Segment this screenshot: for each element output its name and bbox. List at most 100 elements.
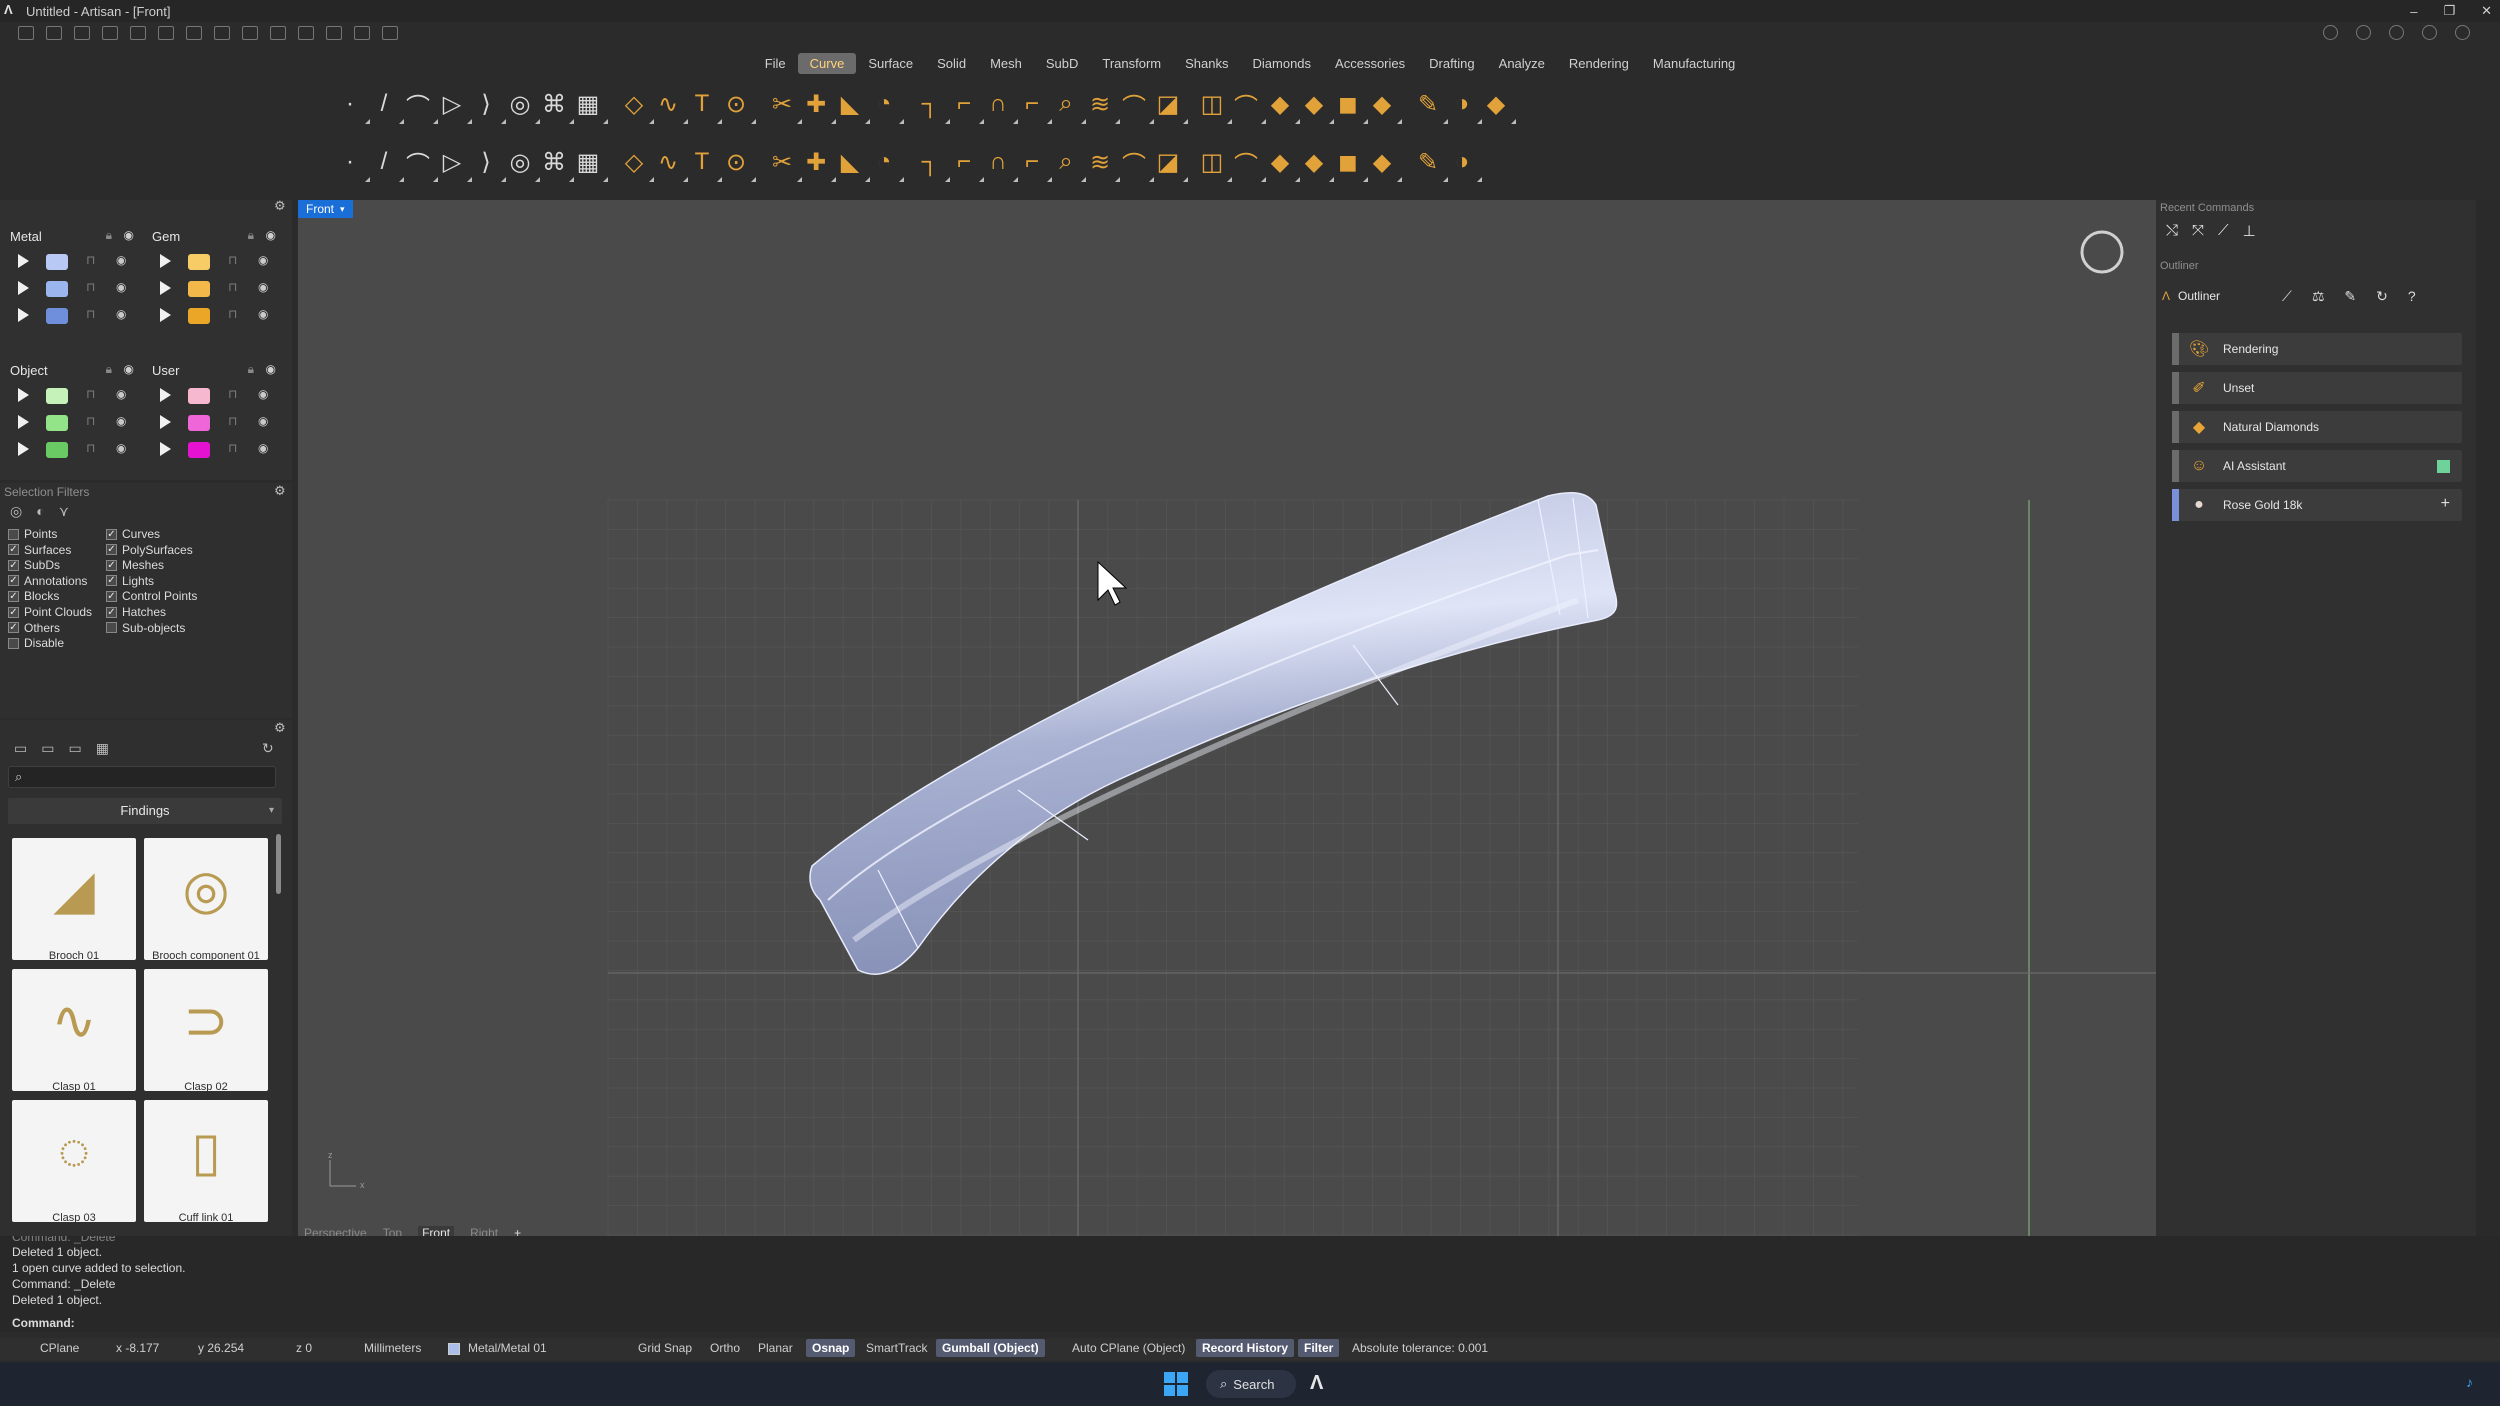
eye-icon[interactable]: ◉ [116,414,126,428]
add-material-button[interactable]: + [2441,495,2450,513]
checkbox[interactable]: ✓ [8,559,19,571]
library-scrollbar[interactable] [276,834,281,894]
toggle-planar[interactable]: Planar [752,1339,799,1357]
flag-tool-icon[interactable]: ◔ [862,140,906,184]
toggle-grid-snap[interactable]: Grid Snap [632,1339,698,1357]
toggle-smarttrack[interactable]: SmartTrack [860,1339,934,1357]
toggle-record-history[interactable]: Record History [1196,1339,1295,1357]
eye-icon[interactable]: ◉ [258,387,268,401]
checkbox[interactable]: ✓ [106,559,117,571]
library-folder-icon[interactable]: ▭ [14,740,27,757]
tab-diamonds[interactable]: Diamonds [1241,53,1324,74]
help-icon[interactable] [2455,25,2470,40]
library-settings-icon[interactable]: ⚙ [274,721,286,734]
layer-color-swatch[interactable] [46,415,68,431]
lock-icon[interactable]: ⊓ [86,441,95,455]
library-item[interactable]: ◎ Brooch component 01 [144,838,268,962]
eye-icon[interactable]: ◉ [124,362,134,376]
toggle-ortho[interactable]: Ortho [704,1339,746,1357]
shard-7-tool-icon[interactable]: ◑ [1440,140,1484,184]
eye-icon[interactable]: ◉ [116,441,126,455]
taskbar-search-button[interactable]: ⌕ Search [1206,1370,1296,1398]
layer-row[interactable]: ⊓ ◉ [4,409,142,436]
outliner-item-unset[interactable]: ✐ Unset [2172,372,2462,404]
tab-manufacturing[interactable]: Manufacturing [1641,53,1747,74]
lock-icon[interactable]: ⊓ [228,414,237,428]
checkbox[interactable] [8,528,19,540]
place-text-tool-icon[interactable]: ⊙ [714,82,758,126]
layer-row[interactable]: ⊓ ◉ [146,382,284,409]
tab-curve[interactable]: Curve [797,52,857,74]
layer-row[interactable]: ⊓ ◉ [4,248,142,275]
fill-tool-icon[interactable]: ◔ [862,82,906,126]
filter-select-icon[interactable]: ◎ [10,503,22,520]
rotation-gizmo-icon[interactable] [2080,230,2124,274]
close-button[interactable]: ✕ [2481,3,2492,19]
checkbox[interactable]: ✓ [8,544,19,556]
layer-color-swatch[interactable] [188,442,210,458]
tab-rendering[interactable]: Rendering [1557,53,1641,74]
expand-arrow-icon[interactable] [160,388,171,402]
toggle-filter[interactable]: Filter [1298,1339,1340,1357]
checkbox[interactable]: ✓ [8,575,19,587]
checkbox[interactable] [106,622,117,634]
library-grid-icon[interactable]: ▦ [96,740,109,757]
eye-icon[interactable]: ◉ [116,387,126,401]
checkbox[interactable]: ✓ [106,544,117,556]
expand-arrow-icon[interactable] [18,254,29,268]
lock-icon[interactable]: ⊓ [228,280,237,294]
outliner-item-rose-gold-18k[interactable]: ● Rose Gold 18k + [2172,489,2462,521]
library-add-folder-icon[interactable]: ▭ [41,740,54,757]
lock-icon[interactable]: 🔒︎ [106,228,112,243]
filter-disable[interactable]: Disable [8,636,64,650]
lock-icon[interactable]: ⊓ [86,307,95,321]
eye-icon[interactable]: ◉ [116,307,126,321]
edit-icon[interactable]: ✎ [2344,288,2356,305]
snap-icon[interactable] [298,26,314,40]
checkbox[interactable]: ✓ [106,575,117,587]
outliner-item-rendering[interactable]: 🎨︎ Rendering [2172,333,2462,365]
align-icon[interactable] [354,26,370,40]
checkbox[interactable]: ✓ [106,606,117,618]
toggle-auto-cplane-object-[interactable]: Auto CPlane (Object) [1054,1339,1191,1357]
tab-subd[interactable]: SubD [1034,53,1091,74]
expand-arrow-icon[interactable] [18,415,29,429]
filter-point-clouds[interactable]: ✓ Point Clouds [8,605,92,619]
library-import-icon[interactable]: ▭ [68,740,81,757]
current-layer[interactable]: Metal/Metal 01 [468,1341,547,1355]
outliner-item-natural-diamonds[interactable]: ◆ Natural Diamonds [2172,411,2462,443]
layer-row[interactable]: ⊓ ◉ [146,248,284,275]
filter-others[interactable]: ✓ Others [8,621,60,635]
eye-icon[interactable]: ◉ [258,441,268,455]
filter-subds[interactable]: ✓ SubDs [8,558,60,572]
tab-accessories[interactable]: Accessories [1323,53,1417,74]
save-as-icon[interactable] [214,26,230,40]
copy-icon[interactable] [242,26,258,40]
offset-surface-tool-icon[interactable]: ▦ [566,82,610,126]
balance-icon[interactable]: ⚖ [2312,288,2325,305]
layer-group-header[interactable]: User 🔒︎ ◉ [146,358,284,382]
layer-color-swatch[interactable] [46,442,68,458]
library-item[interactable]: ◌ Clasp 03 [12,1100,136,1224]
shard-4-tool-icon[interactable]: ◆ [1474,82,1518,126]
paint-tool-icon[interactable]: ◆ [1360,140,1404,184]
expand-arrow-icon[interactable] [160,308,171,322]
eye-icon[interactable]: ◉ [258,307,268,321]
checkbox[interactable]: ✓ [8,606,19,618]
layer-group-header[interactable]: Metal 🔒︎ ◉ [4,224,142,248]
eye-icon[interactable]: ◉ [258,253,268,267]
tab-drafting[interactable]: Drafting [1417,53,1487,74]
library-item[interactable]: ◢ Brooch 01 [12,838,136,962]
tab-solid[interactable]: Solid [925,53,978,74]
lock-icon[interactable]: ⊓ [86,387,95,401]
tab-shanks[interactable]: Shanks [1173,53,1240,74]
new-template-icon[interactable] [46,26,62,40]
library-item[interactable]: ⊃ Clasp 02 [144,969,268,1093]
library-item[interactable]: ▯ Cuff link 01 [144,1100,268,1224]
filter-surfaces[interactable]: ✓ Surfaces [8,543,71,557]
expand-arrow-icon[interactable] [18,281,29,295]
library-search-input[interactable]: ⌕ [8,766,276,788]
checkbox[interactable]: ✓ [8,622,19,634]
lock-icon[interactable]: ⊓ [86,280,95,294]
layer-row[interactable]: ⊓ ◉ [146,275,284,302]
